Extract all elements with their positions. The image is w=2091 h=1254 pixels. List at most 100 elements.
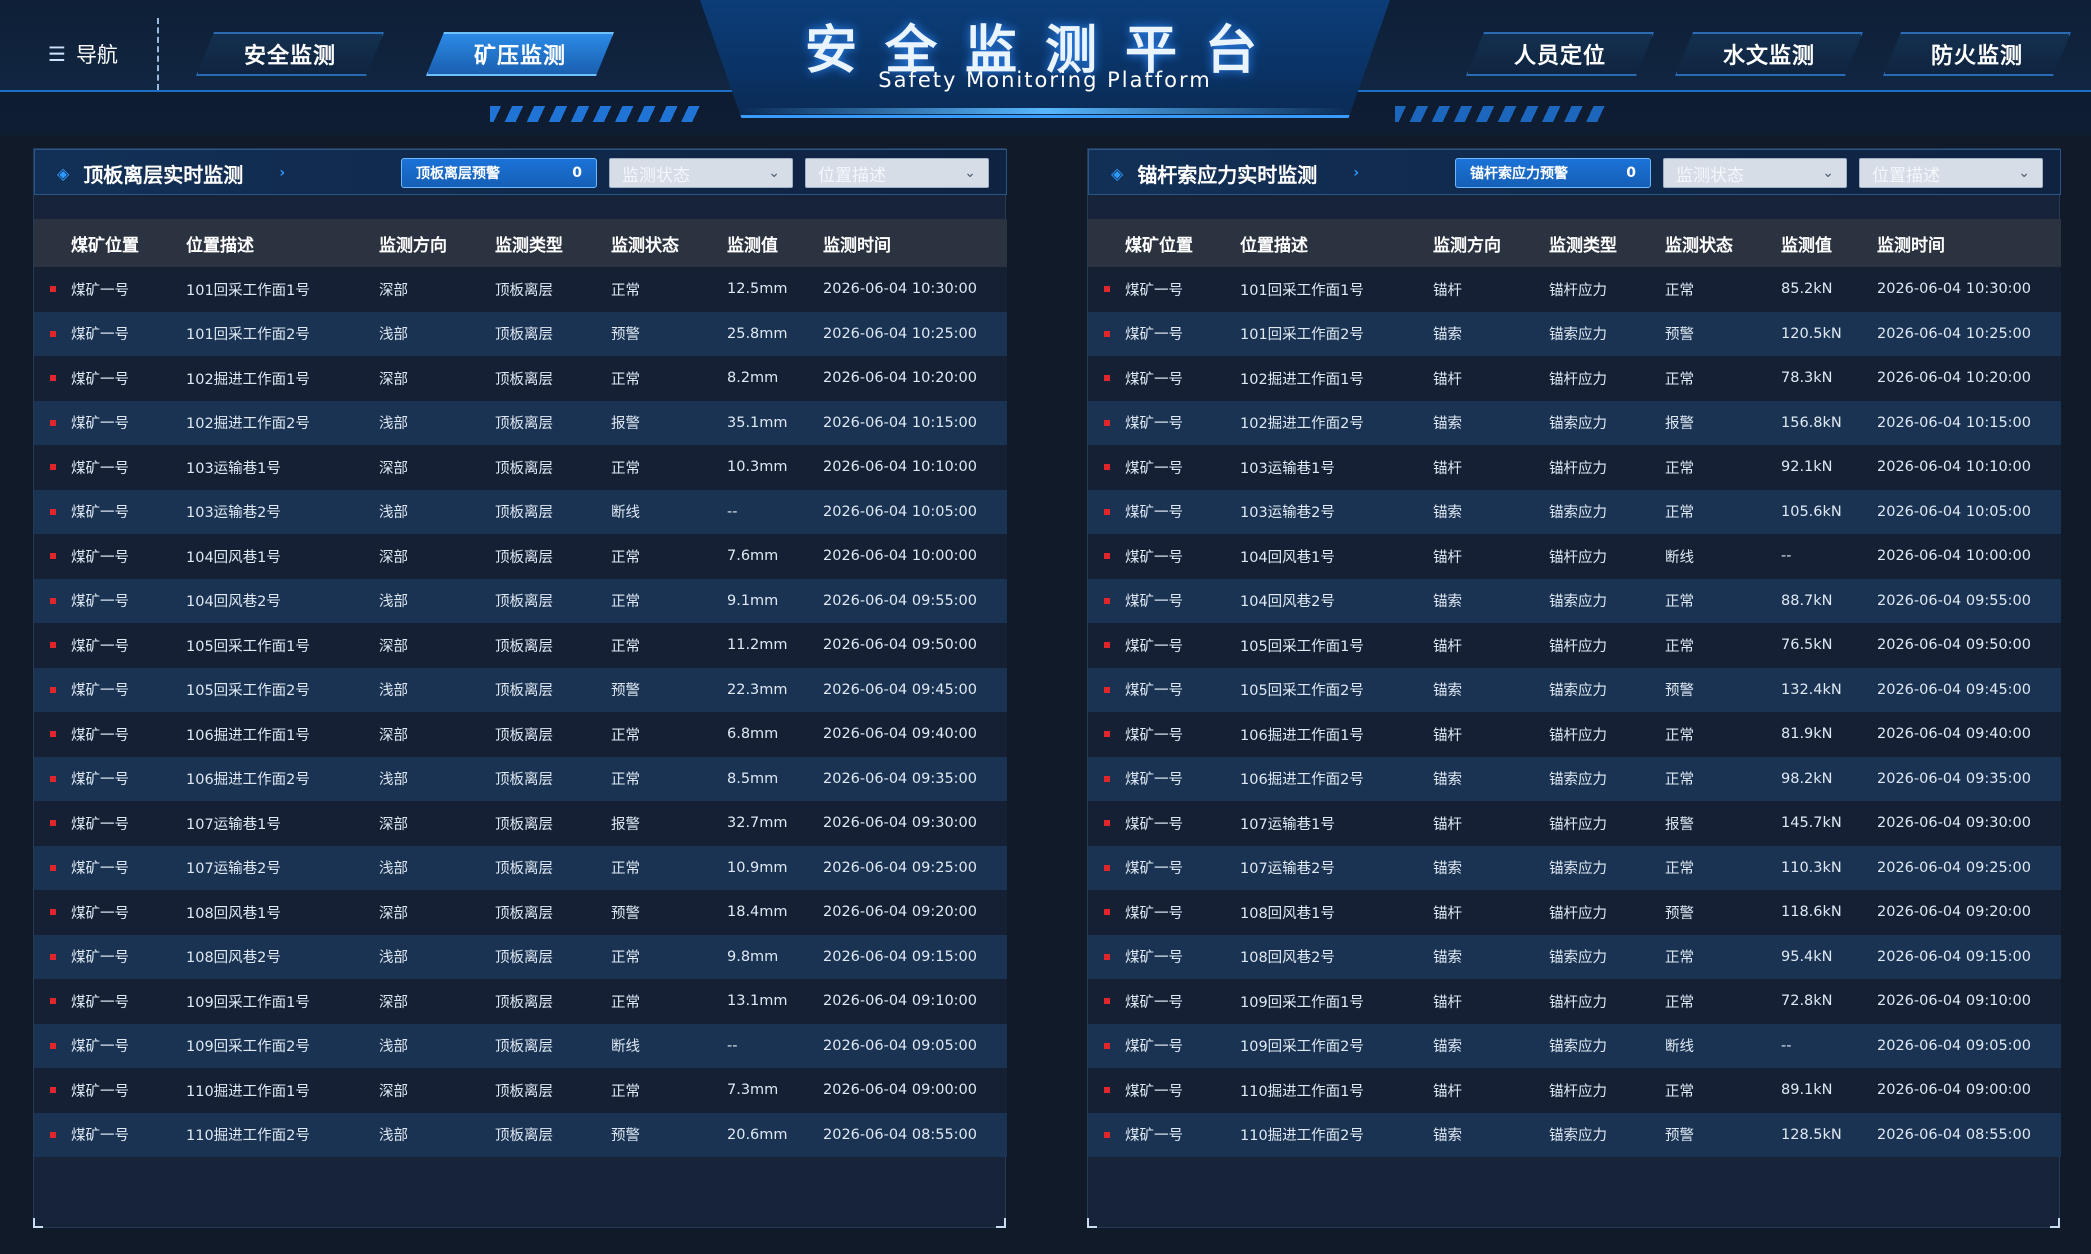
cell-value: 156.8kN	[1781, 414, 1842, 431]
table-row[interactable]: 煤矿一号 108回风巷1号 锚杆 锚杆应力 预警 118.6kN 2026-06-04 09…	[1088, 890, 2061, 935]
cell-time: 2026-06-04 09:20:00	[823, 904, 977, 921]
table-row[interactable]: 煤矿一号 103运输巷2号 锚索 锚索应力 正常 105.6kN 2026-06-04 10…	[1088, 489, 2061, 534]
tab-pressure-monitoring[interactable]: 矿压监测	[426, 32, 614, 76]
cell-value: 128.5kN	[1781, 1126, 1842, 1143]
row-status-dot	[34, 731, 71, 738]
table-row[interactable]: 煤矿一号 101回采工作面1号 深部 顶板离层 正常 12.5mm 2026-06-04 1…	[34, 267, 1007, 312]
table-row[interactable]: 煤矿一号 104回风巷2号 浅部 顶板离层 正常 9.1mm 2026-06-04 09:5…	[34, 578, 1007, 623]
position-select[interactable]: 位置描述 ⌄	[805, 158, 989, 188]
row-status-dot	[1088, 1131, 1125, 1138]
table-row[interactable]: 煤矿一号 107运输巷1号 锚杆 锚杆应力 报警 145.7kN 2026-06-04 09…	[1088, 801, 2061, 846]
table-row[interactable]: 煤矿一号 110掘进工作面1号 深部 顶板离层 正常 7.3mm 2026-06-04 09…	[34, 1068, 1007, 1113]
cell-direction: 锚索	[1433, 950, 1462, 967]
cell-position-desc: 104回风巷2号	[186, 594, 281, 611]
cell-type: 锚杆应力	[1549, 994, 1607, 1011]
cell-time: 2026-06-04 10:25:00	[823, 325, 977, 342]
cell-value: 120.5kN	[1781, 325, 1842, 342]
cell-position-desc: 109回采工作面2号	[186, 1039, 310, 1056]
table-row[interactable]: 煤矿一号 101回采工作面2号 锚索 锚索应力 预警 120.5kN 2026-06-04 …	[1088, 311, 2061, 356]
table-row[interactable]: 煤矿一号 110掘进工作面2号 浅部 顶板离层 预警 20.6mm 2026-06-04 0…	[34, 1112, 1007, 1157]
row-status-dot	[1088, 686, 1125, 693]
table-row[interactable]: 煤矿一号 107运输巷1号 深部 顶板离层 报警 32.7mm 2026-06-04 09:…	[34, 801, 1007, 846]
tab-fire-monitoring[interactable]: 防火监测	[1883, 32, 2071, 76]
table-row[interactable]: 煤矿一号 103运输巷2号 浅部 顶板离层 断线 -- 2026-06-04 10:05:0…	[34, 489, 1007, 534]
row-status-dot	[34, 998, 71, 1005]
table-row[interactable]: 煤矿一号 108回风巷1号 深部 顶板离层 预警 18.4mm 2026-06-04 09:…	[34, 890, 1007, 935]
table-row[interactable]: 煤矿一号 106掘进工作面1号 深部 顶板离层 正常 6.8mm 2026-06-04 09…	[34, 712, 1007, 757]
table-row[interactable]: 煤矿一号 106掘进工作面2号 浅部 顶板离层 正常 8.5mm 2026-06-04 09…	[34, 756, 1007, 801]
table-row[interactable]: 煤矿一号 102掘进工作面2号 锚索 锚索应力 报警 156.8kN 2026-06-04 …	[1088, 400, 2061, 445]
cell-position-desc: 104回风巷2号	[1240, 594, 1335, 611]
alert-label: 锚杆索应力预警	[1470, 166, 1568, 182]
table-row[interactable]: 煤矿一号 104回风巷1号 锚杆 锚杆应力 断线 -- 2026-06-04 10:00:0…	[1088, 534, 2061, 579]
alert-label: 顶板离层预警	[416, 166, 500, 182]
table-row[interactable]: 煤矿一号 105回采工作面2号 锚索 锚索应力 预警 132.4kN 2026-06-04 …	[1088, 667, 2061, 712]
table-row[interactable]: 煤矿一号 102掘进工作面2号 浅部 顶板离层 报警 35.1mm 2026-06-04 1…	[34, 400, 1007, 445]
table-row[interactable]: 煤矿一号 104回风巷2号 锚索 锚索应力 正常 88.7kN 2026-06-04 09:…	[1088, 578, 2061, 623]
table-row[interactable]: 煤矿一号 104回风巷1号 深部 顶板离层 正常 7.6mm 2026-06-04 10:0…	[34, 534, 1007, 579]
table-row[interactable]: 煤矿一号 102掘进工作面1号 锚杆 锚杆应力 正常 78.3kN 2026-06-04 1…	[1088, 356, 2061, 401]
cell-value: 6.8mm	[727, 726, 779, 743]
table-row[interactable]: 煤矿一号 105回采工作面1号 锚杆 锚杆应力 正常 76.5kN 2026-06-04 0…	[1088, 623, 2061, 668]
table-row[interactable]: 煤矿一号 103运输巷1号 深部 顶板离层 正常 10.3mm 2026-06-04 10:…	[34, 445, 1007, 490]
cell-position-desc: 110掘进工作面2号	[1240, 1128, 1364, 1145]
cell-mine-location: 煤矿一号	[71, 772, 129, 789]
table-row[interactable]: 煤矿一号 105回采工作面2号 浅部 顶板离层 预警 22.3mm 2026-06-04 0…	[34, 667, 1007, 712]
table-row[interactable]: 煤矿一号 110掘进工作面1号 锚杆 锚杆应力 正常 89.1kN 2026-06-04 0…	[1088, 1068, 2061, 1113]
cell-value: --	[1781, 1037, 1792, 1054]
tab-safety-monitoring[interactable]: 安全监测	[196, 32, 384, 76]
cell-status: 正常	[1665, 638, 1694, 655]
cell-type: 顶板离层	[495, 1128, 553, 1145]
table-row[interactable]: 煤矿一号 101回采工作面1号 锚杆 锚杆应力 正常 85.2kN 2026-06-04 1…	[1088, 267, 2061, 312]
row-status-dot	[34, 419, 71, 426]
row-status-dot	[34, 1131, 71, 1138]
cell-time: 2026-06-04 09:00:00	[823, 1082, 977, 1099]
status-select[interactable]: 监测状态 ⌄	[609, 158, 793, 188]
cell-mine-location: 煤矿一号	[1125, 371, 1183, 388]
cell-type: 顶板离层	[495, 460, 553, 477]
nav-toggle[interactable]: ☰ 导航	[48, 38, 118, 70]
cell-status: 正常	[1665, 1083, 1694, 1100]
cell-status: 正常	[1665, 282, 1694, 299]
alert-counter[interactable]: 锚杆索应力预警 0	[1455, 158, 1651, 188]
corner-mark	[1087, 1218, 1097, 1228]
tab-hydrology-monitoring[interactable]: 水文监测	[1675, 32, 1863, 76]
table-row[interactable]: 煤矿一号 108回风巷2号 浅部 顶板离层 正常 9.8mm 2026-06-04 09:1…	[34, 934, 1007, 979]
table-row[interactable]: 煤矿一号 106掘进工作面2号 锚索 锚索应力 正常 98.2kN 2026-06-04 0…	[1088, 756, 2061, 801]
cell-status: 断线	[1665, 549, 1694, 566]
cell-time: 2026-06-04 10:10:00	[823, 459, 977, 476]
row-status-dot	[1088, 464, 1125, 471]
cell-status: 正常	[611, 727, 640, 744]
table-row[interactable]: 煤矿一号 107运输巷2号 锚索 锚索应力 正常 110.3kN 2026-06-04 09…	[1088, 845, 2061, 890]
row-status-dot	[34, 330, 71, 337]
table-row[interactable]: 煤矿一号 109回采工作面1号 锚杆 锚杆应力 正常 72.8kN 2026-06-04 0…	[1088, 979, 2061, 1024]
col-position-desc: 位置描述	[1240, 235, 1308, 256]
alert-counter[interactable]: 顶板离层预警 0	[401, 158, 597, 188]
cell-mine-location: 煤矿一号	[71, 727, 129, 744]
table-row[interactable]: 煤矿一号 103运输巷1号 锚杆 锚杆应力 正常 92.1kN 2026-06-04 10:…	[1088, 445, 2061, 490]
table-row[interactable]: 煤矿一号 101回采工作面2号 浅部 顶板离层 预警 25.8mm 2026-06-04 1…	[34, 311, 1007, 356]
cell-type: 锚索应力	[1549, 416, 1607, 433]
status-select[interactable]: 监测状态 ⌄	[1663, 158, 1847, 188]
cell-time: 2026-06-04 09:55:00	[1877, 592, 2031, 609]
table-row[interactable]: 煤矿一号 110掘进工作面2号 锚索 锚索应力 预警 128.5kN 2026-06-04 …	[1088, 1112, 2061, 1157]
table-row[interactable]: 煤矿一号 105回采工作面1号 深部 顶板离层 正常 11.2mm 2026-06-04 0…	[34, 623, 1007, 668]
table-row[interactable]: 煤矿一号 109回采工作面2号 浅部 顶板离层 断线 -- 2026-06-04 09:05…	[34, 1023, 1007, 1068]
cell-time: 2026-06-04 09:50:00	[823, 637, 977, 654]
table-row[interactable]: 煤矿一号 102掘进工作面1号 深部 顶板离层 正常 8.2mm 2026-06-04 10…	[34, 356, 1007, 401]
table-row[interactable]: 煤矿一号 109回采工作面1号 深部 顶板离层 正常 13.1mm 2026-06-04 0…	[34, 979, 1007, 1024]
row-status-dot	[1088, 286, 1125, 293]
alert-count: 0	[1626, 165, 1636, 181]
cell-status: 正常	[611, 549, 640, 566]
table-row[interactable]: 煤矿一号 107运输巷2号 浅部 顶板离层 正常 10.9mm 2026-06-04 09:…	[34, 845, 1007, 890]
cell-type: 顶板离层	[495, 861, 553, 878]
table-row[interactable]: 煤矿一号 109回采工作面2号 锚索 锚索应力 断线 -- 2026-06-04 09:05…	[1088, 1023, 2061, 1068]
table-row[interactable]: 煤矿一号 108回风巷2号 锚索 锚索应力 正常 95.4kN 2026-06-04 09:…	[1088, 934, 2061, 979]
tab-personnel-location[interactable]: 人员定位	[1466, 32, 1654, 76]
cell-value: 145.7kN	[1781, 815, 1842, 832]
position-select[interactable]: 位置描述 ⌄	[1859, 158, 2043, 188]
table-row[interactable]: 煤矿一号 106掘进工作面1号 锚杆 锚杆应力 正常 81.9kN 2026-06-04 0…	[1088, 712, 2061, 757]
cell-time: 2026-06-04 08:55:00	[1877, 1126, 2031, 1143]
cell-position-desc: 103运输巷2号	[186, 505, 281, 522]
cell-status: 预警	[1665, 905, 1694, 922]
